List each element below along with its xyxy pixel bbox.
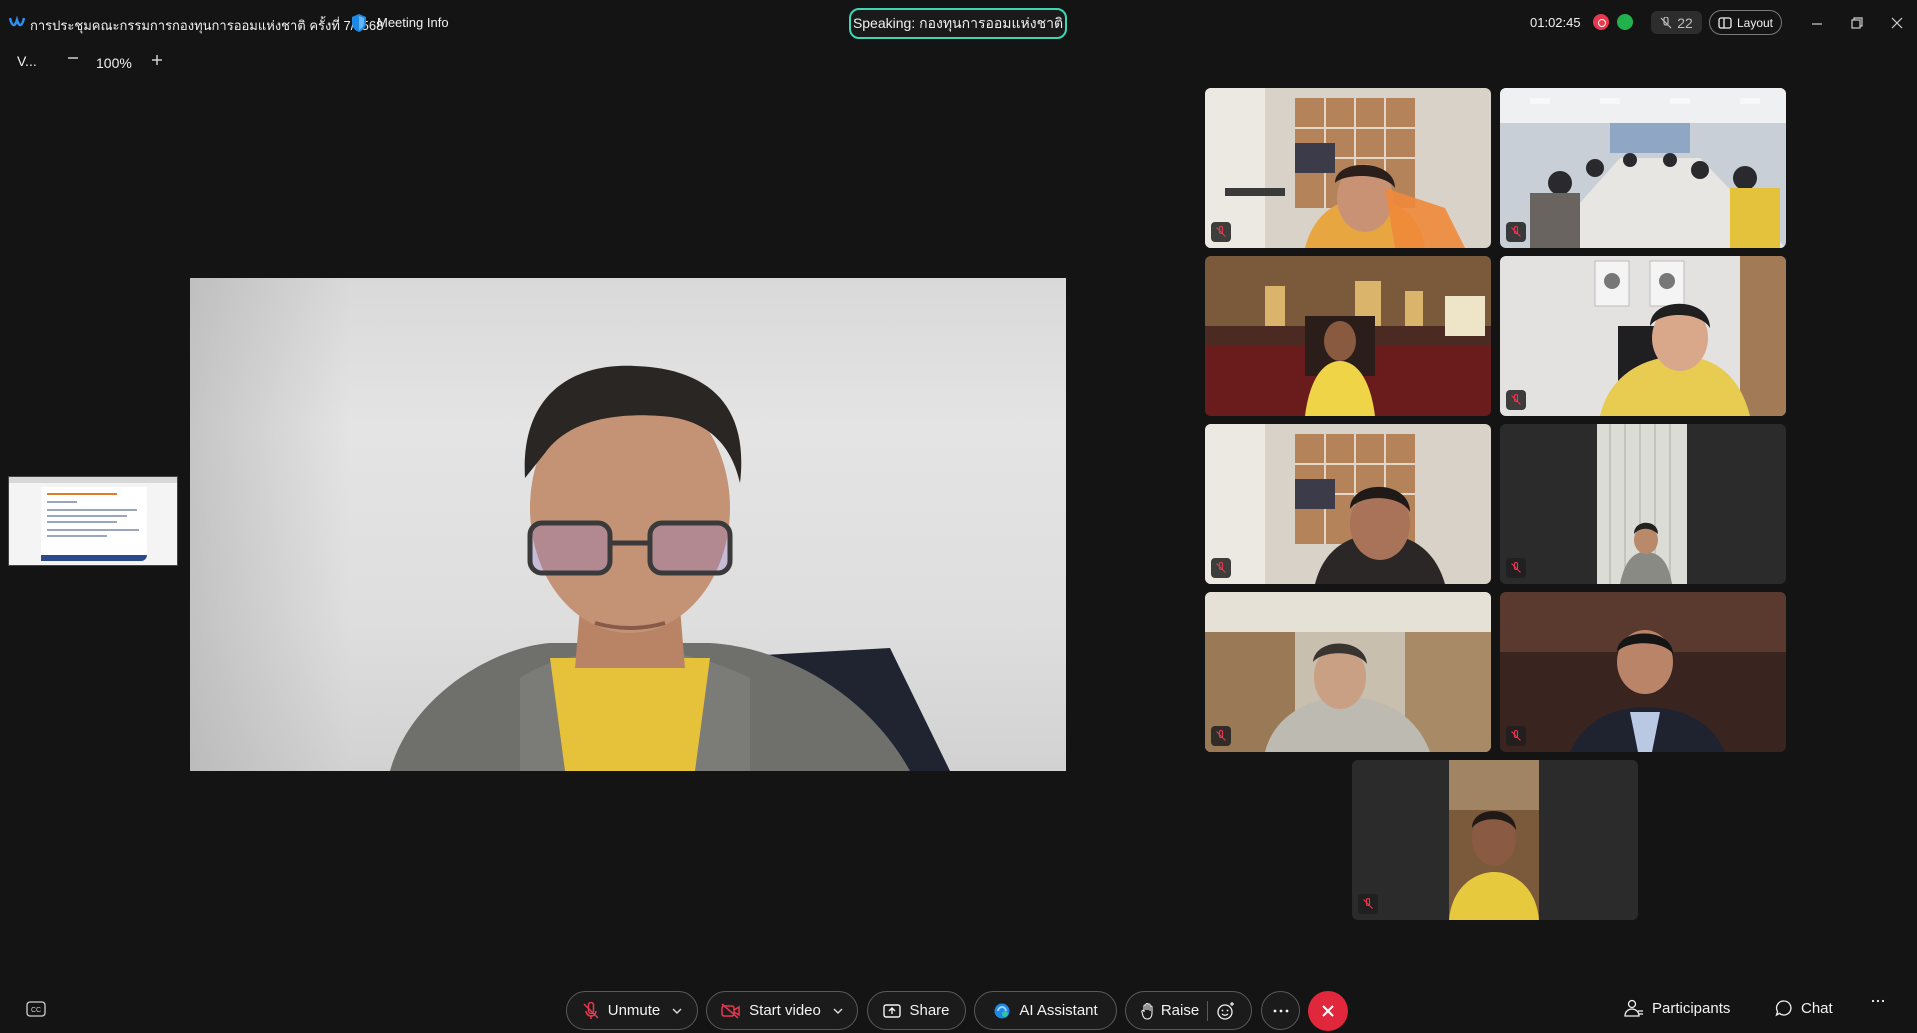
participant-video-image bbox=[1205, 424, 1491, 584]
participant-video-image bbox=[1500, 424, 1786, 584]
plus-icon bbox=[152, 55, 162, 65]
participant-tile[interactable] bbox=[1500, 88, 1786, 248]
document-page bbox=[41, 487, 147, 559]
share-screen-icon bbox=[883, 1003, 902, 1018]
title-bar: การประชุมคณะกรรมการกองทุนการออมแห่งชาติ … bbox=[0, 0, 1917, 46]
chevron-down-icon[interactable] bbox=[672, 1007, 682, 1015]
muted-mic-icon bbox=[583, 1001, 599, 1019]
participant-video-image bbox=[1205, 88, 1491, 248]
video-off-icon bbox=[721, 1002, 740, 1019]
participant-video-image bbox=[1500, 592, 1786, 752]
minus-icon bbox=[68, 57, 78, 59]
start-video-button[interactable]: Start video bbox=[706, 991, 858, 1030]
participants-button[interactable]: Participants bbox=[1624, 999, 1730, 1017]
participant-video-image bbox=[1500, 256, 1786, 416]
restore-window-button[interactable] bbox=[1846, 12, 1868, 34]
zoom-in-button[interactable] bbox=[148, 50, 166, 70]
meeting-info-link[interactable]: Meeting Info bbox=[377, 15, 449, 30]
muted-mic-icon bbox=[1211, 726, 1231, 746]
muted-mic-icon bbox=[1358, 894, 1378, 914]
close-icon bbox=[1322, 1005, 1334, 1017]
recording-icon[interactable] bbox=[1593, 14, 1609, 30]
document-text-line bbox=[47, 501, 77, 503]
ai-assistant-label: AI Assistant bbox=[1019, 1002, 1098, 1019]
participant-video-image bbox=[1352, 760, 1638, 920]
meeting-title: การประชุมคณะกรรมการกองทุนการออมแห่งชาติ … bbox=[30, 18, 384, 33]
document-heading-line bbox=[47, 493, 117, 495]
muted-mic-icon bbox=[1211, 558, 1231, 578]
participants-icon bbox=[1624, 999, 1643, 1017]
layout-button[interactable]: Layout bbox=[1709, 10, 1782, 35]
chat-button[interactable]: Chat bbox=[1775, 999, 1833, 1017]
ai-assistant-icon bbox=[994, 1003, 1010, 1018]
participant-tile[interactable] bbox=[1352, 760, 1638, 920]
ai-status-icon[interactable] bbox=[1617, 14, 1633, 30]
document-footer bbox=[41, 555, 147, 561]
muted-mic-icon bbox=[1506, 558, 1526, 578]
share-button[interactable]: Share bbox=[867, 991, 966, 1030]
raise-hand-icon[interactable] bbox=[1141, 1002, 1155, 1020]
document-text-line bbox=[47, 521, 117, 523]
end-call-button[interactable] bbox=[1308, 991, 1348, 1031]
start-video-label: Start video bbox=[749, 1002, 821, 1019]
shield-icon[interactable] bbox=[350, 13, 368, 33]
attendee-count-badge[interactable]: 22 bbox=[1651, 11, 1702, 34]
participant-tile[interactable] bbox=[1500, 256, 1786, 416]
unmute-label: Unmute bbox=[607, 1002, 661, 1019]
shared-content-thumbnail[interactable] bbox=[8, 476, 178, 566]
speaker-avatar-image bbox=[390, 365, 950, 771]
more-icon bbox=[1273, 1009, 1288, 1012]
divider bbox=[1207, 1000, 1209, 1021]
chat-icon bbox=[1775, 1000, 1792, 1017]
more-icon bbox=[1871, 999, 1885, 1003]
shared-content-name[interactable]: V... bbox=[17, 53, 37, 69]
muted-mic-icon bbox=[1506, 390, 1526, 410]
svg-text:CC: CC bbox=[31, 1007, 41, 1014]
minimize-window-button[interactable] bbox=[1806, 12, 1828, 34]
restore-icon bbox=[1851, 17, 1863, 29]
layout-icon bbox=[1718, 16, 1732, 29]
more-panels-button[interactable] bbox=[1871, 999, 1885, 1003]
document-text-line bbox=[47, 515, 127, 517]
raise-label[interactable]: Raise bbox=[1161, 1002, 1199, 1019]
reactions-icon[interactable] bbox=[1216, 1001, 1236, 1021]
closed-captions-icon[interactable]: CC bbox=[26, 1001, 46, 1017]
participant-tile[interactable] bbox=[1500, 424, 1786, 584]
zoom-level: 100% bbox=[96, 55, 132, 71]
raise-hand-group: Raise bbox=[1125, 991, 1252, 1030]
muted-mic-icon bbox=[1506, 726, 1526, 746]
participants-label: Participants bbox=[1652, 999, 1731, 1017]
participant-tile[interactable] bbox=[1205, 424, 1491, 584]
minimize-icon bbox=[1812, 23, 1822, 25]
meeting-timer: 01:02:45 bbox=[1530, 15, 1581, 30]
participant-tile[interactable] bbox=[1500, 592, 1786, 752]
muted-mic-icon bbox=[1506, 222, 1526, 242]
more-options-button[interactable] bbox=[1261, 991, 1300, 1030]
participant-video-image bbox=[1205, 256, 1491, 416]
document-text-line bbox=[47, 535, 107, 537]
document-text-line bbox=[47, 509, 137, 511]
muted-attendees-icon bbox=[1660, 16, 1672, 28]
thumbnail-toolbar bbox=[9, 477, 177, 483]
chevron-down-icon[interactable] bbox=[833, 1007, 843, 1015]
close-window-button[interactable] bbox=[1886, 12, 1908, 34]
ai-assistant-button[interactable]: AI Assistant bbox=[974, 991, 1117, 1030]
layout-label: Layout bbox=[1736, 15, 1774, 30]
share-label: Share bbox=[909, 1002, 950, 1019]
attendee-count: 22 bbox=[1677, 14, 1693, 31]
participant-video-image bbox=[1500, 88, 1786, 248]
main-speaker-video[interactable] bbox=[190, 278, 1066, 771]
unmute-button[interactable]: Unmute bbox=[566, 991, 698, 1030]
document-text-line bbox=[47, 529, 139, 531]
close-icon bbox=[1891, 17, 1903, 29]
participant-tile[interactable] bbox=[1205, 592, 1491, 752]
chat-label: Chat bbox=[1801, 999, 1833, 1017]
participant-tile[interactable] bbox=[1205, 256, 1491, 416]
muted-mic-icon bbox=[1211, 222, 1231, 242]
participant-tile[interactable] bbox=[1205, 88, 1491, 248]
webex-logo-icon bbox=[9, 15, 25, 27]
active-speaker-indicator: Speaking: กองทุนการออมแห่งชาติ bbox=[849, 8, 1067, 39]
participant-video-image bbox=[1205, 592, 1491, 752]
zoom-out-button[interactable] bbox=[64, 50, 82, 70]
